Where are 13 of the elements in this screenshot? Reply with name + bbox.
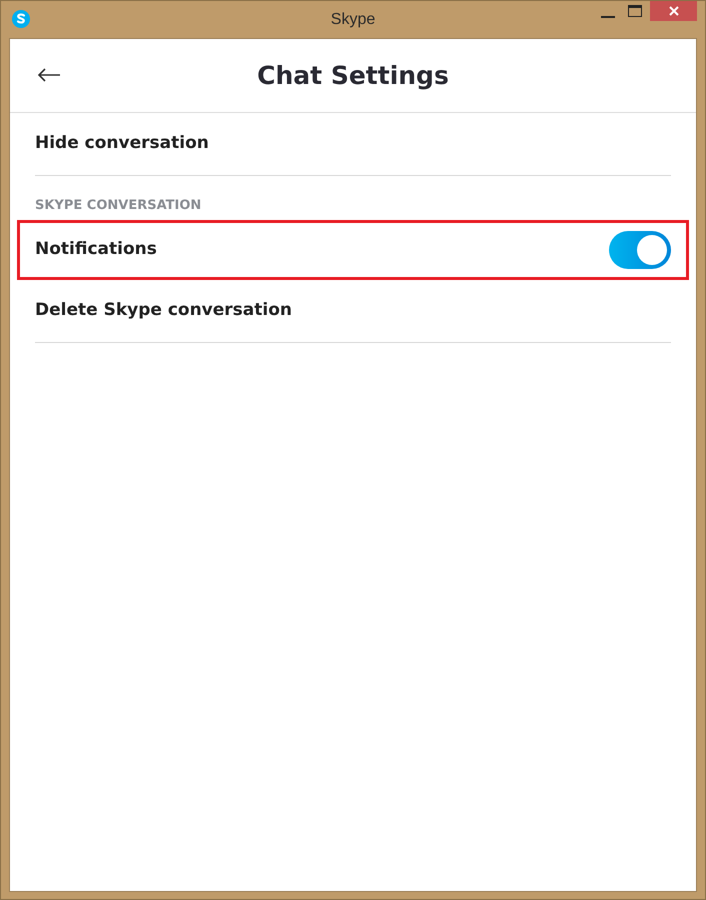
close-icon xyxy=(668,6,678,16)
minimize-icon xyxy=(600,16,614,19)
setting-label: Notifications xyxy=(35,238,157,262)
toggle-switch[interactable] xyxy=(609,231,671,269)
back-arrow-icon xyxy=(37,68,61,82)
section-heading: SKYPE CONVERSATION xyxy=(35,198,202,213)
skype-logo-icon xyxy=(11,9,31,29)
close-button[interactable] xyxy=(650,1,697,21)
page-title: Chat Settings xyxy=(257,60,449,92)
setting-link[interactable]: Delete Skype conversation xyxy=(35,298,292,324)
maximize-icon xyxy=(628,5,642,17)
window-title: Skype xyxy=(330,10,376,30)
setting-link[interactable]: Hide conversation xyxy=(35,131,209,157)
